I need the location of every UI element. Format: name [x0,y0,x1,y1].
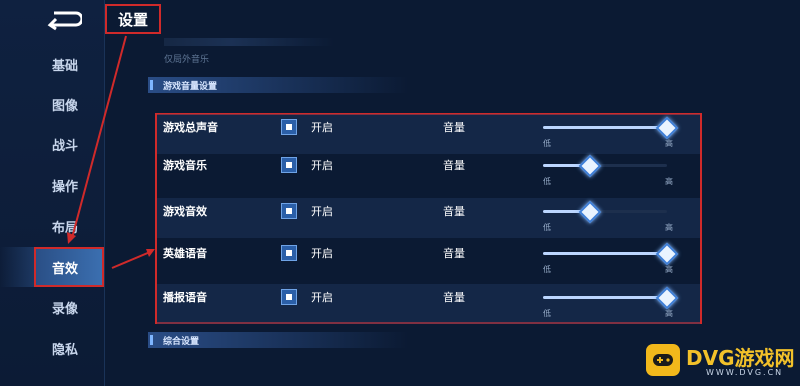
low-label: 低 [543,265,551,274]
slider-thumb[interactable] [578,200,602,224]
high-label: 高 [665,223,673,232]
low-label: 低 [543,309,551,318]
low-label: 低 [543,177,551,186]
checkbox-label: 开启 [311,205,333,218]
row-label: 游戏音效 [163,205,207,218]
audio-row: 游戏音效 开启 音量 低 高 [157,198,700,238]
slider-thumb[interactable] [655,286,679,310]
checkbox-label: 开启 [311,121,333,134]
slider-fill [543,252,667,255]
low-label: 低 [543,139,551,148]
checkbox-label: 开启 [311,247,333,260]
high-label: 高 [665,309,673,318]
row-label: 播报语音 [163,291,207,304]
faded-row [164,38,334,46]
slider-fill [543,126,667,129]
watermark-logo: DVG游戏网 WWW.DVG.CN [646,338,796,382]
volume-label: 音量 [443,159,465,172]
enable-checkbox[interactable] [281,289,297,305]
high-label: 高 [665,265,673,274]
row-label: 游戏音乐 [163,159,207,172]
slider-thumb[interactable] [655,242,679,266]
section-general: 综合设置 [148,332,408,348]
enable-checkbox[interactable] [281,119,297,135]
slider-thumb[interactable] [655,116,679,140]
section-game-volume: 游戏音量设置 [148,77,408,93]
volume-label: 音量 [443,247,465,260]
low-label: 低 [543,223,551,232]
enable-checkbox[interactable] [281,157,297,173]
enable-checkbox[interactable] [281,245,297,261]
high-label: 高 [665,177,673,186]
audio-row: 英雄语音 开启 音量 低 高 [157,240,700,280]
checkbox-label: 开启 [311,291,333,304]
row-label: 游戏总声音 [163,121,218,134]
volume-label: 音量 [443,291,465,304]
volume-label: 音量 [443,205,465,218]
volume-slider[interactable] [543,116,679,140]
watermark-brand: DVG游戏网 [686,346,795,370]
volume-slider[interactable] [543,200,667,224]
page-title: 设置 [105,4,161,34]
slider-thumb[interactable] [578,154,602,178]
row-label: 英雄语音 [163,247,207,260]
audio-row: 播报语音 开启 音量 低 高 [157,284,700,324]
high-label: 高 [665,139,673,148]
checkbox-label: 开启 [311,159,333,172]
gamepad-icon [646,344,680,376]
volume-slider[interactable] [543,286,679,310]
volume-slider[interactable] [543,154,667,178]
volume-label: 音量 [443,121,465,134]
faded-hint: 仅局外音乐 [164,55,210,65]
volume-slider[interactable] [543,242,679,266]
slider-fill [543,296,667,299]
watermark-domain: WWW.DVG.CN [706,368,784,377]
audio-row: 游戏音乐 开启 音量 低 高 [157,152,700,192]
audio-row: 游戏总声音 开启 音量 低 高 [157,114,700,154]
enable-checkbox[interactable] [281,203,297,219]
